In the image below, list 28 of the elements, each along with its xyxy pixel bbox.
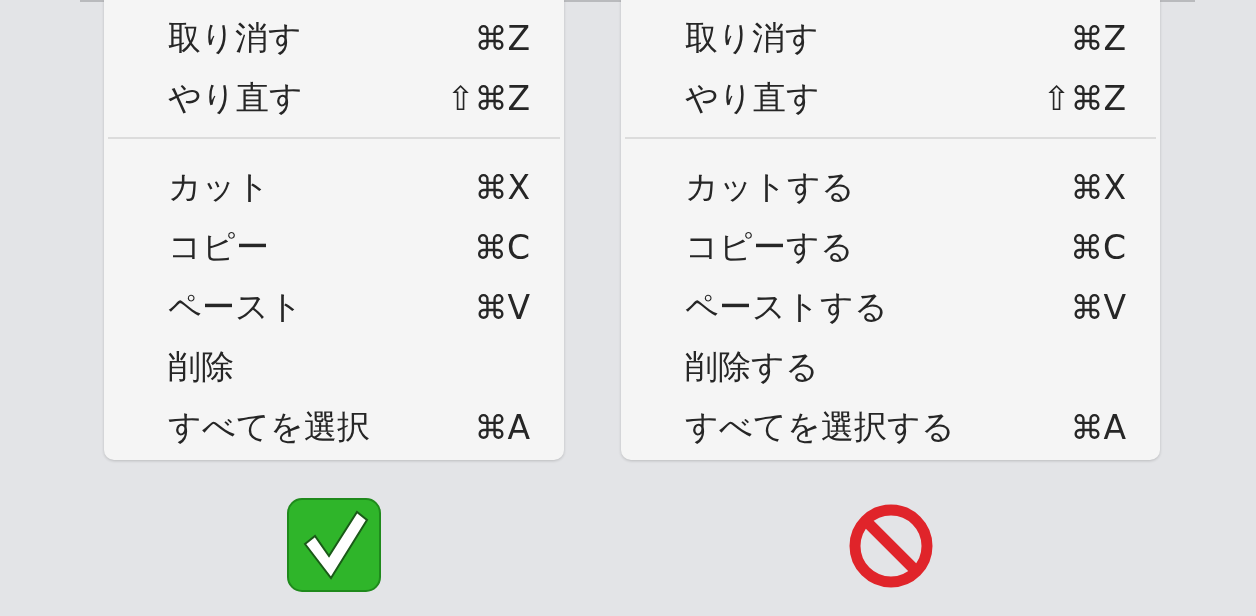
shortcut-label: ⌘C [1069,227,1126,267]
menu-item[interactable]: カット [168,164,270,210]
shortcut-label: ⌘A [474,407,530,447]
shortcut-label: ⌘Z [1070,18,1126,58]
check-mark-icon [287,498,381,592]
menu-item[interactable]: ペースト [168,284,303,330]
menu-item[interactable]: すべてを選択する [685,404,955,450]
menu-item[interactable]: 取り消す [685,15,819,61]
shortcut-label: ⇧⌘Z [1042,78,1126,118]
prohibited-icon [847,503,934,589]
menu-item[interactable]: カットする [685,164,855,210]
menu-item[interactable]: コピーする [685,224,854,270]
shortcut-label: ⇧⌘Z [446,78,530,118]
shortcut-label: ⌘Z [474,18,530,58]
shortcut-label: ⌘A [1070,407,1126,447]
shortcut-label: ⌘V [1070,287,1126,327]
menu-item[interactable]: 削除 [168,344,234,390]
shortcut-label: ⌘X [1070,167,1126,207]
shortcut-label: ⌘X [474,167,530,207]
menu-item[interactable]: やり直す [685,75,820,121]
menu-item[interactable]: ペーストする [685,284,888,330]
menu-item[interactable]: 取り消す [168,15,302,61]
menu-item[interactable]: すべてを選択 [168,404,370,450]
menu-item[interactable]: コピー [168,224,269,270]
shortcut-label: ⌘V [474,287,530,327]
shortcut-label: ⌘C [473,227,530,267]
menu-item[interactable]: やり直す [168,75,303,121]
menu-item[interactable]: 削除する [685,344,819,390]
